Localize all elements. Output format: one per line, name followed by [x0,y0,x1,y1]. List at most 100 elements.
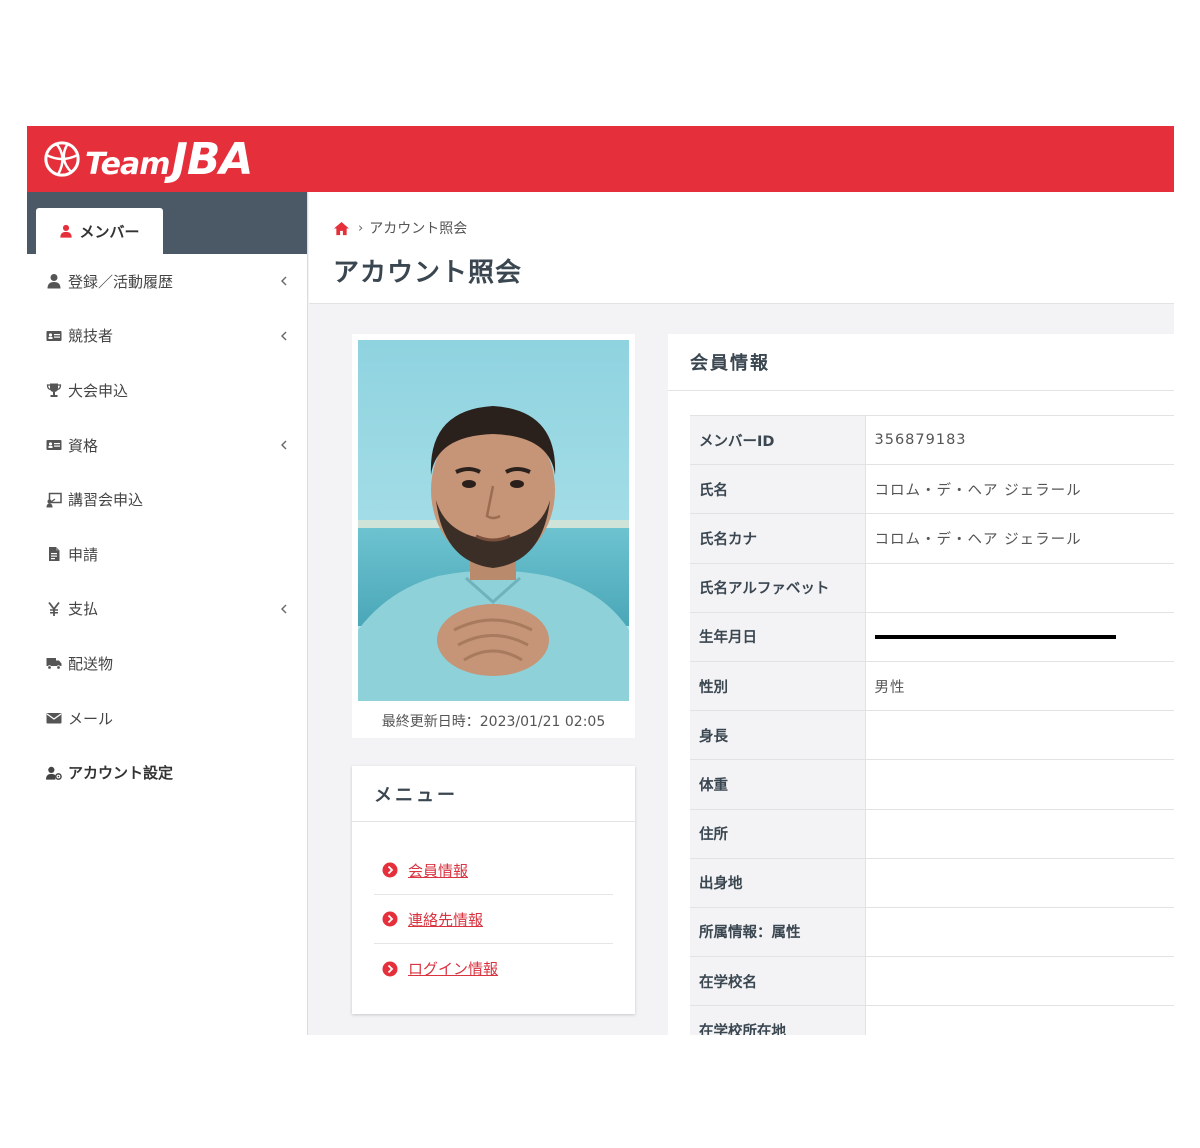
table-row: 氏名アルファベット [690,563,1174,613]
sidebar-item-shipments[interactable]: 配送物 [27,636,307,691]
sidebar-item-label: アカウント設定 [68,764,174,783]
field-label: 身長 [690,710,865,761]
sidebar-tab-member[interactable]: メンバー [36,208,163,254]
table-row: メンバーID 356879183 [690,415,1174,466]
sidebar-item-label: メール [68,709,114,728]
sidebar-item-label: 登録／活動履歴 [68,272,174,291]
sidebar-tab-label: メンバー [79,222,140,241]
field-value [864,1005,1174,1035]
page-header: › アカウント照会 アカウント照会 [309,192,1174,304]
field-value [864,612,1174,662]
menu-card: メニュー 会員情報 連絡先情報 ログイン情報 [352,766,635,1014]
table-row: 氏名 コロム・デ・ヘア ジェラール [690,464,1174,515]
field-value [864,858,1174,908]
sidebar-item-registration-history[interactable]: 登録／活動履歴 [27,254,307,309]
table-row: 出身地 [690,858,1174,908]
id-card-icon [46,440,62,451]
table-row: 生年月日 [690,612,1174,662]
truck-icon [46,658,62,671]
table-row: 性別 男性 [690,661,1174,712]
redaction-bar [874,634,1116,639]
chevron-left-icon [281,276,287,286]
field-value: コロム・デ・ヘア ジェラール [864,513,1174,564]
page-title: アカウント照会 [333,258,523,288]
sidebar-item-label: 申請 [68,545,99,564]
logo-wordmark: Team JBA [85,133,253,185]
trophy-icon [46,383,62,398]
sidebar-item-qualification[interactable]: 資格 [27,418,307,473]
field-value: 男性 [864,661,1174,712]
sidebar-item-label: 資格 [68,436,99,455]
profile-photo [358,340,629,701]
breadcrumb-current: アカウント照会 [369,221,468,237]
user-icon [60,224,73,238]
user-icon [47,274,61,289]
field-value [864,907,1174,958]
sidebar-item-label: 支払 [68,600,99,619]
menu-link-label[interactable]: ログイン情報 [408,958,498,979]
chevron-circle-right-icon [382,862,398,878]
logo-jba-text: JBA [171,133,253,185]
envelope-icon [46,713,62,724]
field-label: 氏名アルファベット [690,563,865,613]
sidebar-item-seminar-entry[interactable]: 講習会申込 [27,472,307,527]
yen-icon [48,601,60,616]
field-value: コロム・デ・ヘア ジェラール [864,464,1174,515]
field-label: 住所 [690,809,865,859]
menu-link-label[interactable]: 連絡先情報 [408,909,483,930]
sidebar-item-payment[interactable]: 支払 [27,582,307,637]
field-label: 氏名 [690,464,865,515]
field-value [864,759,1174,810]
chevron-left-icon [281,604,287,614]
sidebar-item-tournament-entry[interactable]: 大会申込 [27,363,307,418]
sidebar: メンバー 登録／活動履歴 競技者 大会申込 資格 講習会申込 申請 支払 配送物… [27,192,308,1035]
table-row: 身長 [690,710,1174,761]
sidebar-item-mail[interactable]: メール [27,691,307,746]
sidebar-menu: 登録／活動履歴 競技者 大会申込 資格 講習会申込 申請 支払 配送物 メール … [27,254,307,800]
team-jba-logo[interactable]: Team JBA [43,133,253,185]
field-value [864,809,1174,859]
menu-link-member-info[interactable]: 会員情報 [374,846,613,895]
basketball-icon [44,141,80,177]
last-updated-text: 最終更新日時：2023/01/21 02:05 [381,714,606,730]
sidebar-item-label: 大会申込 [68,381,129,400]
table-row: 住所 [690,809,1174,859]
field-value [864,563,1174,613]
main-content: › アカウント照会 アカウント照会 最終更新日時：2023/01/21 02:0… [309,192,1174,1035]
field-label: 在学校所在地 [690,1005,865,1035]
app-window: Team JBA メンバー 登録／活動履歴 競技者 大会申込 資格 講習会申込 … [27,126,1174,1035]
breadcrumb-separator-icon: › [358,220,364,236]
table-row: 体重 [690,759,1174,810]
logo-team-text: Team [85,146,170,182]
member-info-title: 会員情報 [668,334,1174,391]
menu-card-title: メニュー [352,766,635,822]
field-label: 性別 [690,661,865,712]
sidebar-item-label: 配送物 [68,654,114,673]
id-card-icon [46,330,62,341]
menu-link-label[interactable]: 会員情報 [408,860,468,881]
member-info-table: メンバーID 356879183 氏名 コロム・デ・ヘア ジェラール 氏名カナ コロム… [690,415,1174,1035]
menu-link-login-info[interactable]: ログイン情報 [374,944,613,993]
home-icon[interactable] [333,221,350,236]
user-gear-icon [46,766,62,780]
top-header: Team JBA [27,126,1174,192]
profile-photo-card: 最終更新日時：2023/01/21 02:05 [352,334,635,738]
chevron-left-icon [281,440,287,450]
field-value [864,710,1174,761]
field-label: メンバーID [690,415,865,466]
menu-link-list: 会員情報 連絡先情報 ログイン情報 [352,822,635,993]
sidebar-item-application[interactable]: 申請 [27,527,307,582]
field-label: 在学校名 [690,956,865,1007]
menu-link-contact-info[interactable]: 連絡先情報 [374,895,613,944]
field-value: 356879183 [864,415,1174,466]
field-label: 氏名カナ [690,513,865,564]
chevron-left-icon [281,331,287,341]
member-info-card: 会員情報 メンバーID 356879183 氏名 コロム・デ・ヘア ジェラール 氏名… [668,334,1174,1035]
document-icon [49,547,60,562]
chevron-circle-right-icon [382,911,398,927]
table-row: 在学校所在地 [690,1005,1174,1035]
field-label: 体重 [690,759,865,810]
sidebar-item-account-settings[interactable]: アカウント設定 [27,745,307,800]
table-row: 所属情報：属性 [690,907,1174,958]
sidebar-item-athlete[interactable]: 競技者 [27,309,307,364]
